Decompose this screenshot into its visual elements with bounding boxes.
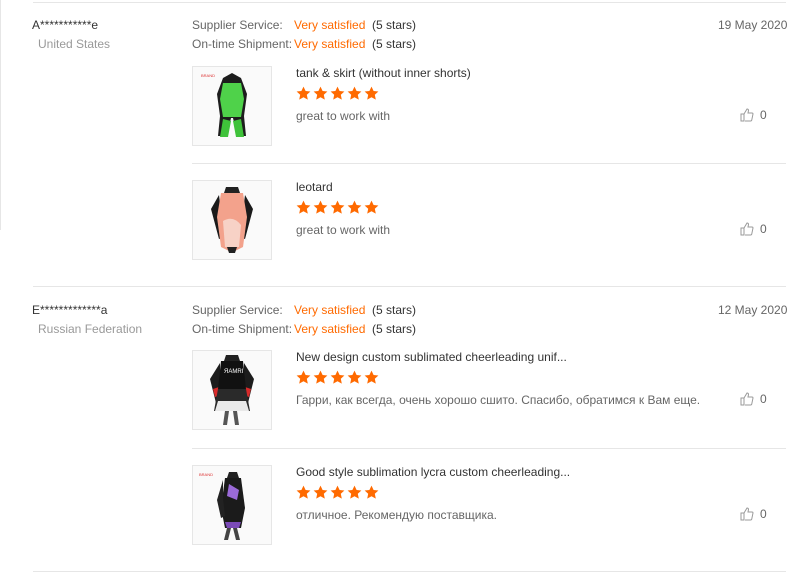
reviewer-name: E*************a <box>32 303 108 317</box>
divider <box>192 163 786 164</box>
product-title[interactable]: Good style sublimation lycra custom chee… <box>296 465 570 479</box>
star-icon <box>330 485 345 499</box>
star-icon <box>296 86 311 100</box>
reviewer-country: United States <box>38 37 111 51</box>
reviewer-country: Russian Federation <box>38 322 143 336</box>
helpful-button[interactable]: 0 <box>740 392 767 406</box>
review-date: 19 May 2020 <box>718 18 788 32</box>
review-comment: great to work with <box>296 109 391 123</box>
thumbs-up-icon <box>740 108 754 122</box>
thumbs-up-icon <box>740 222 754 236</box>
thumbs-up-icon <box>740 507 754 521</box>
product-title[interactable]: New design custom sublimated cheerleadin… <box>296 350 567 364</box>
supplier-service-value: Very satisfied <box>294 303 366 317</box>
star-icon <box>347 370 362 384</box>
star-icon <box>364 86 379 100</box>
product-rating <box>296 86 379 102</box>
star-icon <box>330 86 345 100</box>
helpful-count: 0 <box>760 392 767 406</box>
star-icon <box>364 200 379 214</box>
supplier-service-stars: (5 stars) <box>372 18 417 32</box>
product-rating <box>296 200 379 216</box>
review-comment: отличное. Рекомендую поставщика. <box>296 508 498 522</box>
product-rating <box>296 485 379 501</box>
star-icon <box>313 86 328 100</box>
helpful-button[interactable]: 0 <box>740 108 767 122</box>
supplier-service-value: Very satisfied <box>294 18 366 32</box>
product-thumbnail[interactable] <box>192 180 272 260</box>
divider-top <box>33 2 786 3</box>
star-icon <box>296 485 311 499</box>
product-rating <box>296 370 379 386</box>
star-icon <box>296 370 311 384</box>
svg-text:ЯAMRI: ЯAMRI <box>224 369 244 375</box>
star-icon <box>296 200 311 214</box>
star-icon <box>347 485 362 499</box>
left-border <box>0 0 1 230</box>
leotard-image <box>193 181 271 259</box>
divider <box>192 448 786 449</box>
black-red-uniform-image: ЯAMRI <box>193 351 271 429</box>
product-thumbnail[interactable]: ЯAMRI <box>192 350 272 430</box>
product-thumbnail[interactable]: BRAND <box>192 465 272 545</box>
star-icon <box>313 370 328 384</box>
reviewer-name: A***********e <box>32 18 99 32</box>
thumbs-up-icon <box>740 392 754 406</box>
helpful-count: 0 <box>760 222 767 236</box>
product-thumbnail[interactable]: BRAND <box>192 66 272 146</box>
product-title[interactable]: leotard <box>296 180 333 194</box>
shipment-stars: (5 stars) <box>372 322 417 336</box>
star-icon <box>347 86 362 100</box>
supplier-service-label: Supplier Service: <box>192 303 283 317</box>
helpful-count: 0 <box>760 108 767 122</box>
star-icon <box>330 200 345 214</box>
review-comment: great to work with <box>296 223 391 237</box>
product-title[interactable]: tank & skirt (without inner shorts) <box>296 66 471 80</box>
shipment-value: Very satisfied <box>294 322 366 336</box>
supplier-service-label: Supplier Service: <box>192 18 283 32</box>
divider-bottom <box>33 571 786 572</box>
svg-text:BRAND: BRAND <box>201 73 215 78</box>
star-icon <box>347 200 362 214</box>
divider-review <box>33 286 786 287</box>
shipment-value: Very satisfied <box>294 37 366 51</box>
star-icon <box>364 485 379 499</box>
helpful-button[interactable]: 0 <box>740 222 767 236</box>
shipment-stars: (5 stars) <box>372 37 417 51</box>
svg-text:BRAND: BRAND <box>199 472 213 477</box>
black-purple-uniform-image: BRAND <box>193 466 271 544</box>
shipment-label: On-time Shipment: <box>192 322 293 336</box>
star-icon <box>313 485 328 499</box>
star-icon <box>364 370 379 384</box>
helpful-count: 0 <box>760 507 767 521</box>
star-icon <box>313 200 328 214</box>
shipment-label: On-time Shipment: <box>192 37 293 51</box>
green-uniform-image: BRAND <box>193 67 271 145</box>
review-date: 12 May 2020 <box>718 303 788 317</box>
star-icon <box>330 370 345 384</box>
supplier-service-stars: (5 stars) <box>372 303 417 317</box>
helpful-button[interactable]: 0 <box>740 507 767 521</box>
review-comment: Гарри, как всегда, очень хорошо сшито. С… <box>296 393 701 407</box>
